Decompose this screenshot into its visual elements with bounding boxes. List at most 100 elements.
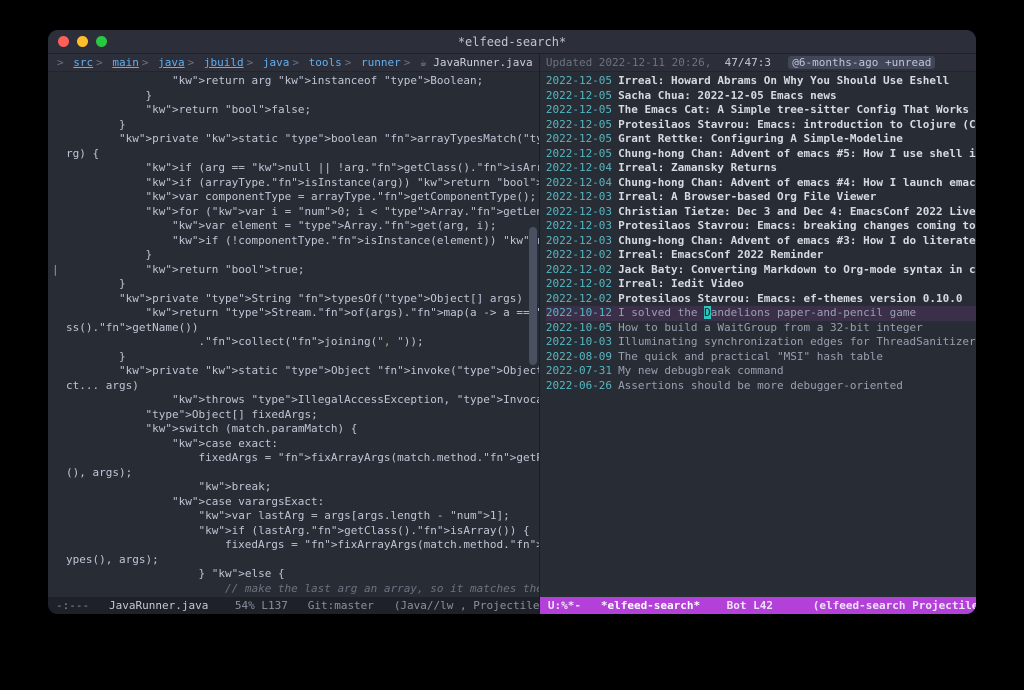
feed-date: 2022-12-05 (546, 103, 612, 118)
feed-row[interactable]: 2022-07-31My new debugbreak command (546, 364, 976, 379)
feed-title: Grant Rettke: Configuring A Simple-Model… (618, 132, 976, 147)
feed-row[interactable]: 2022-10-12 I solved the Dandelions paper-… (546, 306, 976, 321)
feed-date: 2022-12-02 (546, 292, 612, 307)
feed-title: Protesilaos Stavrou: Emacs: introduction… (618, 118, 976, 133)
feed-row[interactable]: 2022-12-03Chung-hong Chan: Advent of ema… (546, 234, 976, 249)
feed-row[interactable]: 2022-12-05 The Emacs Cat: A Simple tree-s… (546, 103, 976, 118)
breadcrumb-segment[interactable]: main (112, 56, 139, 69)
titlebar: *elfeed-search* (48, 30, 976, 54)
feed-title: I solved the Dandelions paper-and-pencil… (618, 306, 976, 321)
breadcrumb-file[interactable]: JavaRunner.java (433, 56, 532, 69)
elfeed-counter: 47/47:3 (725, 56, 771, 69)
feed-row[interactable]: 2022-12-04Chung-hong Chan: Advent of ema… (546, 176, 976, 191)
modeline-status: U:%*- (548, 599, 581, 612)
feed-row[interactable]: 2022-12-03Christian Tietze: Dec 3 and De… (546, 205, 976, 220)
breadcrumb-segment[interactable]: java (158, 56, 185, 69)
modeline-position: 54% L137 (235, 599, 288, 612)
feed-title: The Emacs Cat: A Simple tree-sitter Conf… (618, 103, 976, 118)
feed-date: 2022-12-05 (546, 74, 612, 89)
code-line[interactable]: "kw">return "bool">false; (66, 103, 531, 118)
code-line[interactable]: fixedArgs = "fn">fixArrayArgs(match.meth… (66, 538, 531, 553)
feed-title: Christian Tietze: Dec 3 and Dec 4: Emacs… (618, 205, 976, 220)
code-line[interactable]: "kw">if (!componentType."fn">isInstance(… (66, 234, 531, 249)
feed-date: 2022-10-12 (546, 306, 612, 321)
code-line[interactable]: } "kw">else { (66, 567, 531, 582)
code-line[interactable]: "kw">case exact: (66, 437, 531, 452)
feed-row[interactable]: 2022-12-05Irreal: Howard Abrams On Why Y… (546, 74, 976, 89)
code-line[interactable]: ."fn">collect("fn">joining(", ")); (66, 335, 531, 350)
feed-row[interactable]: 2022-12-03Irreal: A Browser-based Org Fi… (546, 190, 976, 205)
feed-title: Illuminating synchronization edges for T… (618, 335, 976, 350)
code-line[interactable]: "kw">private "type">String "fn">typesOf(… (66, 292, 531, 307)
breadcrumb-segment[interactable]: src (73, 56, 93, 69)
feed-row[interactable]: 2022-08-09The quick and practical "MSI" … (546, 350, 976, 365)
breadcrumb-segment[interactable]: java (263, 56, 290, 69)
code-line[interactable]: rg) { (66, 147, 531, 162)
feed-row[interactable]: 2022-12-02Irreal: EmacsConf 2022 Reminde… (546, 248, 976, 263)
code-line[interactable]: rargs parameter (66, 596, 531, 597)
code-line[interactable]: // make the last arg an array, so it mat… (66, 582, 531, 597)
code-line[interactable]: "kw">for ("kw">var i = "num">0; i < "typ… (66, 205, 531, 220)
feed-row[interactable]: 2022-12-05Chung-hong Chan: Advent of ema… (546, 147, 976, 162)
feed-date: 2022-12-03 (546, 234, 612, 249)
filetype-icon: ☕ (420, 56, 427, 69)
code-line[interactable]: "kw">var element = "type">Array."fn">get… (66, 219, 531, 234)
code-line[interactable]: "kw">if (arrayType."fn">isInstance(arg))… (66, 176, 531, 191)
feed-title: Protesilaos Stavrou: Emacs: breaking cha… (618, 219, 976, 234)
modeline-modes: (Java//lw , Projectile[jbui (394, 599, 539, 612)
code-line[interactable]: "type">Object[] fixedArgs; (66, 408, 531, 423)
code-line[interactable]: "kw">switch (match.paramMatch) { (66, 422, 531, 437)
feed-date: 2022-12-03 (546, 190, 612, 205)
breadcrumb-segment[interactable]: jbuild (204, 56, 244, 69)
code-line[interactable]: "kw">throws "type">IllegalAccessExceptio… (66, 393, 531, 408)
feed-title: Jack Baty: Converting Markdown to Org-mo… (618, 263, 976, 278)
code-line[interactable]: (), args); (66, 466, 531, 481)
feed-row[interactable]: 2022-10-05How to build a WaitGroup from … (546, 321, 976, 336)
feed-row[interactable]: 2022-12-05 Protesilaos Stavrou: Emacs: in… (546, 118, 976, 133)
elfeed-buffer[interactable]: 2022-12-05Irreal: Howard Abrams On Why Y… (540, 72, 976, 597)
code-line[interactable]: } (66, 89, 531, 104)
code-line[interactable]: "kw">case varargsExact: (66, 495, 531, 510)
feed-date: 2022-12-03 (546, 219, 612, 234)
window-title: *elfeed-search* (48, 35, 976, 49)
code-line[interactable]: } (66, 248, 531, 263)
feed-title: The quick and practical "MSI" hash table (618, 350, 976, 365)
feed-row[interactable]: 2022-12-04Irreal: Zamansky Returns (546, 161, 976, 176)
scrollbar-thumb-left[interactable] (529, 227, 537, 365)
feed-row[interactable]: 2022-12-05Grant Rettke: Configuring A Si… (546, 132, 976, 147)
feed-row[interactable]: 2022-12-02Irreal: Iedit Video (546, 277, 976, 292)
code-line[interactable]: "kw">private "kw">static "type">Object "… (66, 364, 531, 379)
right-pane: Updated 2022-12-11 20:26, 47/47:3 @6-mon… (540, 54, 976, 614)
breadcrumb[interactable]: > src> main> java> jbuild> java> tools> … (48, 54, 539, 72)
code-line[interactable]: "kw">var lastArg = args[args.length - "n… (66, 509, 531, 524)
feed-row[interactable]: 2022-12-02Protesilaos Stavrou: Emacs: ef… (546, 292, 976, 307)
code-line[interactable]: ct... args) (66, 379, 531, 394)
feed-date: 2022-12-04 (546, 176, 612, 191)
feed-row[interactable]: 2022-12-02Jack Baty: Converting Markdown… (546, 263, 976, 278)
code-buffer[interactable]: "kw">return arg "kw">instanceof "type">B… (48, 72, 539, 597)
code-line[interactable]: "kw">return "type">Stream."fn">of(args).… (66, 306, 531, 321)
code-line[interactable]: ypes(), args); (66, 553, 531, 568)
code-line[interactable]: } (66, 350, 531, 365)
code-line[interactable]: ss()."fn">getName()) (66, 321, 531, 336)
feed-date: 2022-12-05 (546, 89, 612, 104)
breadcrumb-segment[interactable]: tools (309, 56, 342, 69)
breadcrumb-segment[interactable]: runner (361, 56, 401, 69)
code-line[interactable]: } (66, 118, 531, 133)
feed-row[interactable]: 2022-12-03 Protesilaos Stavrou: Emacs: br… (546, 219, 976, 234)
code-line[interactable]: } (66, 277, 531, 292)
modeline-status: -:--- (56, 599, 89, 612)
code-line[interactable]: "kw">return arg "kw">instanceof "type">B… (66, 74, 531, 89)
code-line[interactable]: "kw">if (lastArg."fn">getClass()."fn">is… (66, 524, 531, 539)
code-line[interactable]: "kw">var componentType = arrayType."fn">… (66, 190, 531, 205)
code-line[interactable]: | "kw">return "bool">true; (66, 263, 531, 278)
feed-date: 2022-12-05 (546, 118, 612, 133)
code-line[interactable]: fixedArgs = "fn">fixArrayArgs(match.meth… (66, 451, 531, 466)
code-line[interactable]: "kw">if (arg == "kw">null || !arg."fn">g… (66, 161, 531, 176)
code-line[interactable]: "kw">private "kw">static "type">boolean … (66, 132, 531, 147)
feed-row[interactable]: 2022-10-03Illuminating synchronization e… (546, 335, 976, 350)
feed-row[interactable]: 2022-12-05Sacha Chua: 2022-12-05 Emacs n… (546, 89, 976, 104)
feed-row[interactable]: 2022-06-26Assertions should be more debu… (546, 379, 976, 394)
code-line[interactable]: "kw">break; (66, 480, 531, 495)
feed-title: Chung-hong Chan: Advent of emacs #5: How… (618, 147, 976, 162)
